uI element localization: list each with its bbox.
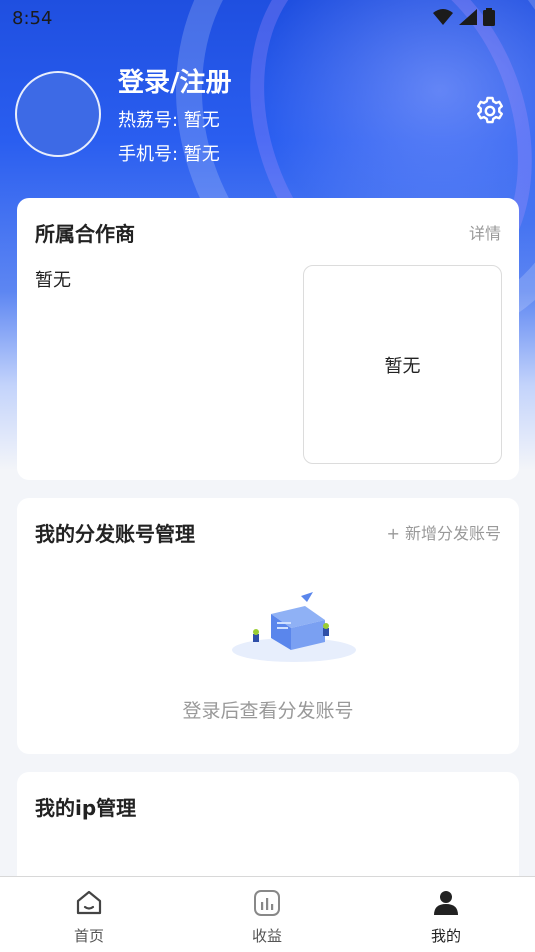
tab-home-label: 首页 [73, 927, 104, 945]
login-register-link[interactable]: 登录/注册 [118, 62, 232, 99]
ip-card-title: 我的ip管理 [35, 796, 137, 820]
status-time: 8:54 [12, 8, 53, 29]
status-bar: 8:54 [0, 0, 535, 36]
add-distribution-account-button[interactable]: + 新增分发账号 [387, 520, 502, 544]
wifi-icon [433, 9, 453, 25]
partner-detail-link[interactable]: 详情 [469, 220, 501, 244]
partner-value: 暂无 [35, 270, 71, 291]
tab-earnings-label: 收益 [251, 927, 282, 945]
battery-icon [483, 8, 495, 26]
gear-icon[interactable] [474, 95, 506, 127]
bottom-tab-bar: 首页 收益 我的 [0, 876, 535, 952]
phone-label: 手机号: 暂无 [118, 144, 220, 165]
tab-earnings[interactable]: 收益 [217, 877, 317, 952]
chart-icon [254, 890, 280, 916]
partner-box-text: 暂无 [384, 355, 421, 377]
status-icons [433, 8, 495, 26]
partner-image-box[interactable]: 暂无 [303, 265, 502, 464]
person-icon [434, 891, 458, 915]
distribution-card: 我的分发账号管理 + 新增分发账号 登录后查看分发账号 [17, 498, 519, 754]
tab-mine-label: 我的 [430, 927, 461, 945]
partner-card: 所属合作商 详情 暂无 暂无 [17, 198, 519, 480]
partner-card-title: 所属合作商 [35, 222, 135, 246]
hot-id-label: 热荔号: 暂无 [118, 110, 220, 131]
empty-box-illustration [232, 592, 356, 662]
distribution-card-title: 我的分发账号管理 [35, 522, 195, 546]
signal-icon [459, 9, 477, 25]
avatar[interactable] [15, 71, 101, 157]
tab-home[interactable]: 首页 [39, 877, 139, 952]
empty-state-text: 登录后查看分发账号 [182, 700, 354, 722]
home-icon [76, 890, 102, 915]
ip-card: 我的ip管理 [17, 772, 519, 892]
tab-mine[interactable]: 我的 [396, 877, 496, 952]
